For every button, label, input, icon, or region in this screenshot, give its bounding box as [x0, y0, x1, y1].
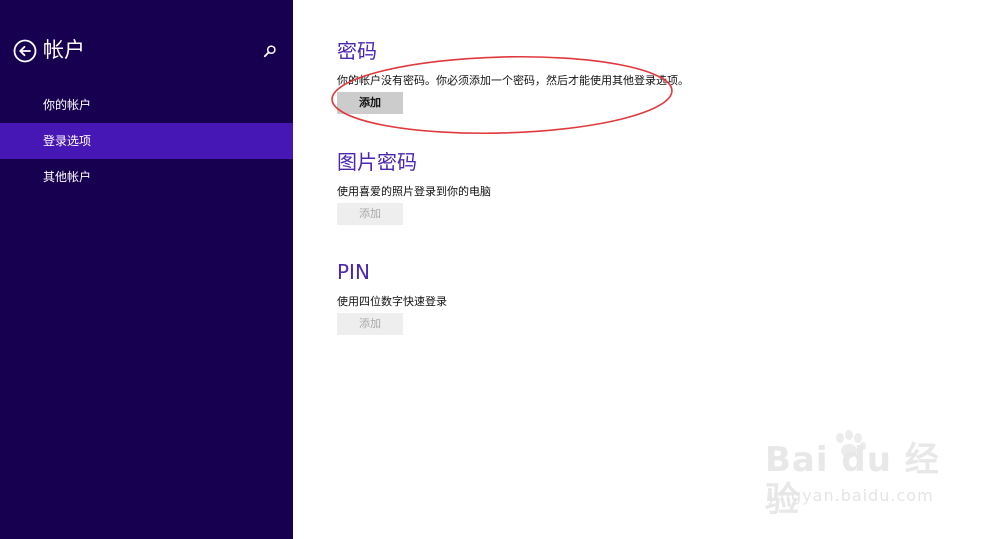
- sidebar-item-your-account[interactable]: 你的帐户: [0, 87, 293, 123]
- password-description: 你的帐户没有密码。你必须添加一个密码，然后才能使用其他登录选项。: [337, 74, 689, 87]
- add-picture-password-button[interactable]: 添加: [337, 203, 403, 225]
- sidebar-item-label: 其他帐户: [43, 170, 92, 184]
- password-section: 密码 你的帐户没有密码。你必须添加一个密码，然后才能使用其他登录选项。 添加: [337, 38, 689, 114]
- sidebar-item-other-accounts[interactable]: 其他帐户: [0, 159, 293, 195]
- add-password-button[interactable]: 添加: [337, 92, 403, 114]
- sidebar-item-sign-in-options[interactable]: 登录选项: [0, 123, 293, 159]
- page-title: 帐户: [43, 38, 85, 62]
- picture-password-title: 图片密码: [337, 150, 417, 174]
- picture-password-section: 图片密码 使用喜爱的照片登录到你的电脑 添加: [337, 149, 491, 225]
- main-content: 密码 你的帐户没有密码。你必须添加一个密码，然后才能使用其他登录选项。 添加 图…: [293, 0, 1000, 539]
- password-title: 密码: [337, 39, 377, 63]
- search-icon: [263, 45, 276, 58]
- sidebar-item-label: 你的帐户: [43, 98, 92, 112]
- picture-password-description: 使用喜爱的照片登录到你的电脑: [337, 185, 491, 198]
- back-button[interactable]: [13, 39, 37, 63]
- pin-title: PIN: [337, 260, 370, 284]
- sidebar-item-label: 登录选项: [43, 134, 92, 148]
- search-button[interactable]: [263, 43, 277, 58]
- sidebar-nav: 你的帐户 登录选项 其他帐户: [0, 87, 293, 195]
- sidebar: 帐户 你的帐户 登录选项 其他帐户: [0, 0, 293, 539]
- pin-description: 使用四位数字快速登录: [337, 295, 447, 308]
- pin-section: PIN 使用四位数字快速登录 添加: [337, 259, 447, 335]
- back-arrow-circle-icon: [13, 39, 37, 63]
- add-pin-button[interactable]: 添加: [337, 313, 403, 335]
